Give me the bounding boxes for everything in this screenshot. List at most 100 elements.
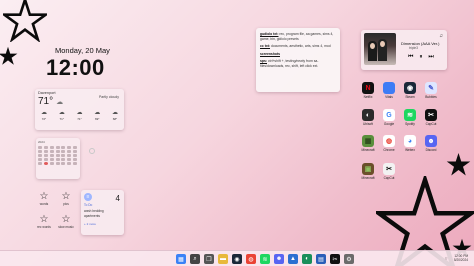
calendar-day[interactable] bbox=[61, 158, 66, 161]
todo-item[interactable]: apartments bbox=[84, 214, 121, 218]
previous-icon[interactable]: ⏮ bbox=[408, 54, 413, 61]
calendar-day[interactable] bbox=[38, 146, 42, 149]
start-icon[interactable]: ▦ bbox=[176, 254, 186, 264]
shortcut-rec-words[interactable]: ☆ rec words bbox=[34, 214, 54, 229]
desktop-icon-ubisoft[interactable]: ◐ Ubisoft bbox=[357, 109, 379, 126]
desktop-icon-bubbles[interactable]: ✎ Bubbles bbox=[420, 82, 442, 99]
calendar-day[interactable] bbox=[61, 150, 66, 153]
desktop-icon-label: Minecraft bbox=[361, 148, 375, 152]
calendar-day[interactable] bbox=[43, 158, 48, 161]
desktop-icon-netflix[interactable]: N Netflix bbox=[357, 82, 379, 99]
star-filled-right bbox=[446, 152, 471, 177]
desktop-icon-google[interactable]: G Google bbox=[378, 109, 400, 126]
task-view-icon[interactable]: ❐ bbox=[204, 254, 214, 264]
calendar-day[interactable] bbox=[67, 162, 72, 165]
todo-count: 4 bbox=[115, 194, 120, 203]
desktop-icon-label: Minecraft bbox=[361, 176, 375, 180]
forecast-day: ☁ 69° bbox=[91, 110, 103, 121]
next-icon[interactable]: ⏭ bbox=[428, 54, 433, 61]
calendar-day[interactable] bbox=[55, 162, 60, 165]
calendar-day[interactable] bbox=[38, 158, 42, 161]
desktop-icon-label: Google bbox=[383, 122, 395, 126]
calendar-day[interactable] bbox=[67, 150, 72, 153]
vitals-icon bbox=[383, 82, 395, 94]
calendar-day[interactable] bbox=[38, 150, 42, 153]
calendar-day[interactable] bbox=[61, 154, 66, 157]
system-tray-clock[interactable]: 12:00 PM 5/20/2024 bbox=[454, 254, 468, 262]
calendar-day[interactable] bbox=[73, 162, 78, 165]
calendar-day[interactable] bbox=[43, 146, 48, 149]
calendar-day[interactable] bbox=[73, 158, 78, 161]
chrome-icon[interactable]: ◍ bbox=[246, 254, 256, 264]
calendar-today[interactable] bbox=[43, 162, 48, 165]
cloud-icon: ☁ bbox=[76, 110, 83, 116]
folder-icon[interactable]: ▬ bbox=[218, 254, 228, 264]
calendar-day[interactable] bbox=[67, 158, 72, 161]
calendar-grid bbox=[38, 146, 78, 165]
calendar-day[interactable] bbox=[38, 162, 42, 165]
search-icon[interactable]: ⌕ bbox=[190, 254, 200, 264]
desktop-icon-label: Netflix bbox=[363, 95, 373, 99]
forecast-day: ☁ 71° bbox=[56, 110, 68, 121]
capcut-icon[interactable]: ✂ bbox=[330, 254, 340, 264]
shortcut-words[interactable]: ☆ words bbox=[34, 191, 54, 206]
forecast-day: ☁ 68° bbox=[109, 110, 121, 121]
desktop-icon-capcut[interactable]: ✂ CapCut bbox=[420, 109, 442, 126]
recycle-bin-icon[interactable] bbox=[89, 148, 95, 154]
calendar-day[interactable] bbox=[49, 150, 54, 153]
calendar-day[interactable] bbox=[43, 154, 48, 157]
shortcut-pics[interactable]: ☆ pics bbox=[56, 191, 76, 206]
desktop-icon-minecraft[interactable]: ▣ Minecraft bbox=[357, 163, 379, 180]
calendar-day[interactable] bbox=[61, 146, 66, 149]
todo-more-link[interactable]: + 2 more bbox=[84, 222, 121, 226]
steam-icon[interactable]: ◉ bbox=[232, 254, 242, 264]
pause-icon[interactable]: ⏸ bbox=[419, 54, 422, 61]
settings-icon[interactable]: ⚙ bbox=[344, 254, 354, 264]
desktop-icon-steam[interactable]: ◉ Steam bbox=[399, 82, 421, 99]
desktop-icon-label: Chrome bbox=[383, 148, 395, 152]
clock-time: 12:00 bbox=[46, 55, 105, 80]
calendar-day[interactable] bbox=[55, 154, 60, 157]
shortcut-slow-music[interactable]: ☆ slow music bbox=[56, 214, 76, 229]
calendar-day[interactable] bbox=[55, 150, 60, 153]
wifi-icon[interactable]: ⌔ bbox=[444, 256, 448, 262]
star-outline-top-left bbox=[3, 0, 47, 42]
calendar-day[interactable] bbox=[55, 146, 60, 149]
minecraft-icon: ▦ bbox=[362, 135, 374, 147]
photos-icon[interactable]: ▲ bbox=[288, 254, 298, 264]
netflix-icon: N bbox=[362, 82, 374, 94]
desktop-icon-webex[interactable]: ◕ Webex bbox=[399, 135, 421, 152]
calendar-day[interactable] bbox=[61, 162, 66, 165]
weather-widget[interactable]: Davenport 71° ☁ Partly cloudy ☁ 72° ☁ 71° … bbox=[35, 89, 124, 130]
todo-widget[interactable]: ≡ 4 To Do wash bedding apartments + 2 mo… bbox=[81, 190, 124, 235]
desktop-icon-vitals[interactable]: Vitals bbox=[378, 82, 400, 99]
calendar-day[interactable] bbox=[73, 150, 78, 153]
calendar-day[interactable] bbox=[38, 154, 42, 157]
todo-item[interactable]: wash bedding bbox=[84, 209, 121, 213]
store-icon[interactable]: ▤ bbox=[316, 254, 326, 264]
desktop-icon-discord[interactable]: ☻ Discord bbox=[420, 135, 442, 152]
calendar-day[interactable] bbox=[73, 146, 78, 149]
desktop-icon-spotify[interactable]: ≋ Spotify bbox=[399, 109, 421, 126]
desktop-icon-minecraft[interactable]: ▦ Minecraft bbox=[357, 135, 379, 152]
media-player-widget[interactable]: ♫ Dimension (AAA Ver.) triple3 ⏮ ⏸ ⏭ bbox=[361, 30, 447, 70]
forecast-day: ☁ 71° bbox=[74, 110, 86, 121]
calendar-day[interactable] bbox=[67, 146, 72, 149]
calendar-day[interactable] bbox=[73, 154, 78, 157]
calendar-day[interactable] bbox=[55, 158, 60, 161]
edge-icon[interactable]: ◐ bbox=[302, 254, 312, 264]
calendar-day[interactable] bbox=[43, 150, 48, 153]
desktop-icon-chrome[interactable]: ◍ Chrome bbox=[378, 135, 400, 152]
sticky-notes-widget[interactable]: gudiolo txt: rec, program file, aa games… bbox=[256, 28, 340, 92]
desktop-icon-capcut[interactable]: ✂ CapCut bbox=[378, 163, 400, 180]
calendar-widget[interactable]: 2024 bbox=[36, 138, 80, 179]
clock-date: Monday, 20 May bbox=[55, 46, 110, 55]
calendar-day[interactable] bbox=[49, 146, 54, 149]
calendar-day[interactable] bbox=[49, 158, 54, 161]
calendar-day[interactable] bbox=[49, 162, 54, 165]
calendar-day[interactable] bbox=[67, 154, 72, 157]
google-icon: G bbox=[383, 109, 395, 121]
spotify-icon[interactable]: ≋ bbox=[260, 254, 270, 264]
discord-icon[interactable]: ☻ bbox=[274, 254, 284, 264]
calendar-day[interactable] bbox=[49, 154, 54, 157]
